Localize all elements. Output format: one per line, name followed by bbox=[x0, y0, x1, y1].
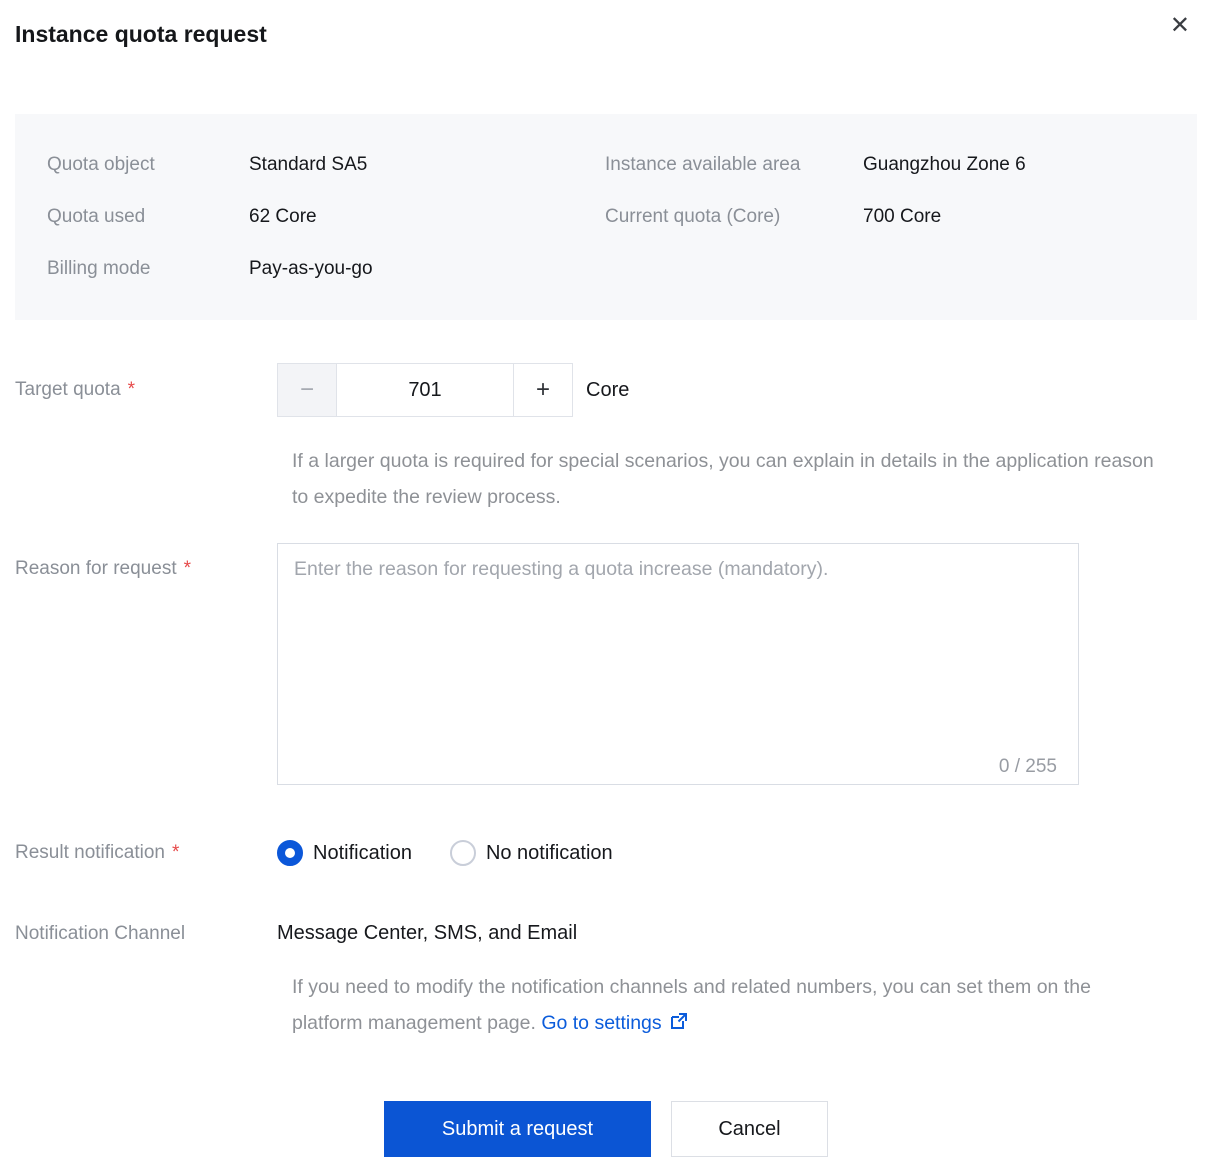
billing-mode-label: Billing mode bbox=[47, 256, 249, 282]
notification-channel-label: Notification Channel bbox=[15, 923, 277, 945]
radio-unselected-icon bbox=[450, 840, 476, 866]
radio-option-notification[interactable]: Notification bbox=[277, 840, 412, 866]
result-notification-radio-group: Notification No notification bbox=[277, 840, 613, 866]
notification-channel-note: If you need to modify the notification c… bbox=[292, 969, 1157, 1043]
radio-label: No notification bbox=[486, 842, 613, 865]
stepper-plus-button[interactable]: + bbox=[513, 363, 573, 417]
reason-textarea-wrapper: 0 / 255 bbox=[277, 543, 1079, 790]
target-quota-help-text: If a larger quota is required for specia… bbox=[292, 443, 1157, 515]
result-notification-label: Result notification* bbox=[15, 842, 277, 864]
quota-object-value: Standard SA5 bbox=[249, 152, 605, 178]
dialog-title: Instance quota request bbox=[15, 14, 1197, 54]
current-quota-label: Current quota (Core) bbox=[605, 204, 863, 230]
close-icon[interactable]: ✕ bbox=[1170, 12, 1190, 40]
target-quota-row: Target quota* − + Core bbox=[15, 363, 1197, 417]
current-quota-value: 700 Core bbox=[863, 204, 1177, 230]
summary-empty-cell bbox=[863, 256, 1177, 282]
stepper-minus-button[interactable]: − bbox=[277, 363, 337, 417]
cancel-button[interactable]: Cancel bbox=[671, 1101, 828, 1157]
target-quota-input[interactable] bbox=[336, 363, 514, 417]
instance-available-area-value: Guangzhou Zone 6 bbox=[863, 152, 1177, 178]
submit-request-button[interactable]: Submit a request bbox=[384, 1101, 651, 1157]
instance-available-area-label: Instance available area bbox=[605, 152, 863, 178]
quota-summary-panel: Quota object Standard SA5 Instance avail… bbox=[15, 114, 1197, 320]
reason-row: Reason for request* 0 / 255 bbox=[15, 543, 1197, 790]
quantity-stepper: − + bbox=[277, 363, 573, 417]
core-unit-label: Core bbox=[586, 379, 629, 402]
result-notification-row: Result notification* Notification No not… bbox=[15, 840, 1197, 866]
required-asterisk: * bbox=[128, 379, 135, 400]
dialog-footer: Submit a request Cancel bbox=[15, 1101, 1197, 1157]
quota-used-value: 62 Core bbox=[249, 204, 605, 230]
character-counter: 0 / 255 bbox=[999, 756, 1057, 778]
billing-mode-value: Pay-as-you-go bbox=[249, 256, 605, 282]
quota-object-label: Quota object bbox=[47, 152, 249, 178]
plus-icon: + bbox=[536, 376, 550, 404]
reason-textarea[interactable] bbox=[277, 543, 1079, 785]
minus-icon: − bbox=[300, 376, 314, 404]
external-link-icon[interactable] bbox=[669, 1007, 688, 1043]
summary-empty-cell bbox=[605, 256, 863, 282]
notification-channel-row: Notification Channel Message Center, SMS… bbox=[15, 922, 1197, 945]
note-text: If you need to modify the notification c… bbox=[292, 976, 1091, 1034]
target-quota-label: Target quota* bbox=[15, 379, 277, 401]
required-asterisk: * bbox=[172, 842, 179, 863]
radio-option-no-notification[interactable]: No notification bbox=[450, 840, 613, 866]
go-to-settings-link[interactable]: Go to settings bbox=[541, 1012, 661, 1034]
required-asterisk: * bbox=[184, 558, 191, 579]
radio-selected-icon bbox=[277, 840, 303, 866]
quota-used-label: Quota used bbox=[47, 204, 249, 230]
instance-quota-request-dialog: Instance quota request ✕ Quota object St… bbox=[0, 0, 1214, 1168]
radio-label: Notification bbox=[313, 842, 412, 865]
notification-channel-value: Message Center, SMS, and Email bbox=[277, 922, 577, 945]
reason-label: Reason for request* bbox=[15, 543, 277, 580]
